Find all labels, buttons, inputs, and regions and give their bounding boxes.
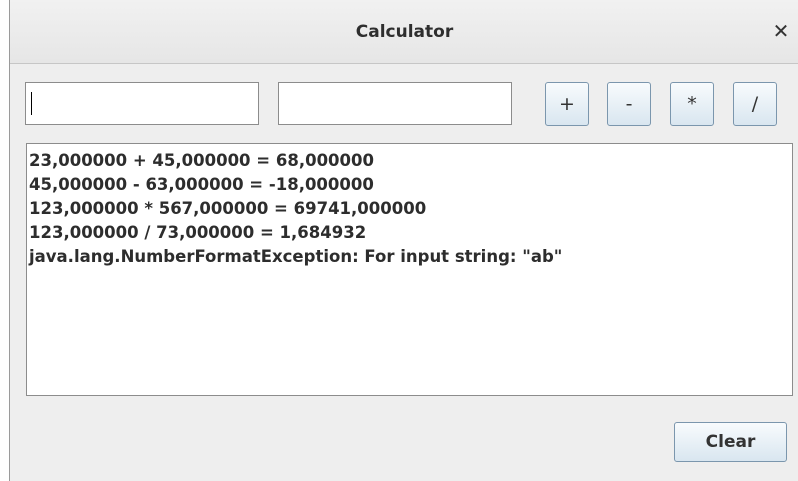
output-text-area[interactable]: 23,000000 + 45,000000 = 68,000000 45,000… <box>26 143 793 396</box>
text-caret <box>31 92 32 115</box>
subtract-button[interactable]: - <box>607 82 651 126</box>
output-line: 123,000000 * 567,000000 = 69741,000000 <box>29 199 427 218</box>
output-line: java.lang.NumberFormatException: For inp… <box>29 247 563 266</box>
calculator-window: Calculator ✕ + - * / 23,000000 + 45,0000… <box>9 0 798 481</box>
add-button[interactable]: + <box>545 82 589 126</box>
title-bar[interactable]: Calculator ✕ <box>10 0 798 64</box>
clear-button[interactable]: Clear <box>674 422 787 462</box>
divide-button[interactable]: / <box>733 82 777 126</box>
second-operand-field[interactable] <box>278 82 512 125</box>
output-line: 23,000000 + 45,000000 = 68,000000 <box>29 151 374 170</box>
close-icon[interactable]: ✕ <box>769 19 793 43</box>
window-title: Calculator <box>355 22 454 42</box>
first-operand-field[interactable] <box>25 82 259 125</box>
first-operand-input[interactable] <box>26 83 258 124</box>
output-line: 123,000000 / 73,000000 = 1,684932 <box>29 223 367 242</box>
output-line: 45,000000 - 63,000000 = -18,000000 <box>29 175 374 194</box>
multiply-button[interactable]: * <box>670 82 714 126</box>
second-operand-input[interactable] <box>279 83 511 124</box>
